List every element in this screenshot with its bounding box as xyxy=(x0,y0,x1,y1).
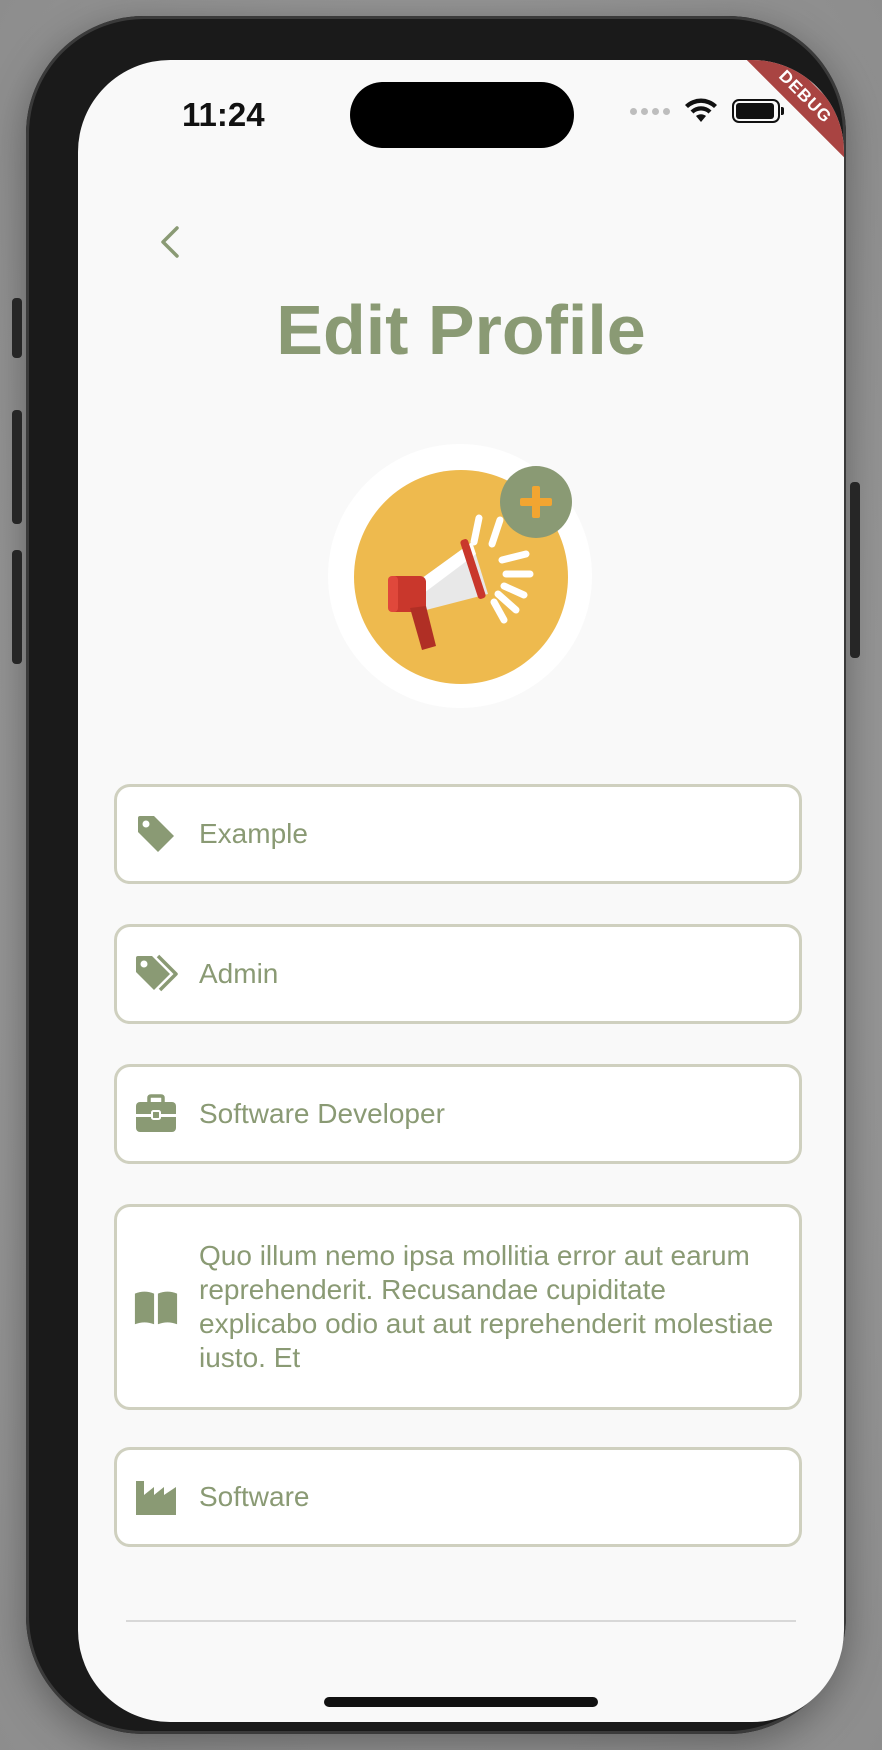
bio-field[interactable]: Quo illum nemo ipsa mollitia error aut e… xyxy=(114,1204,802,1410)
tags-icon xyxy=(133,951,179,997)
name-value: Example xyxy=(199,818,308,849)
role-field[interactable]: Admin xyxy=(114,924,802,1024)
tag-icon xyxy=(133,811,179,857)
status-icons xyxy=(630,98,784,124)
plus-icon xyxy=(520,486,552,518)
back-button[interactable] xyxy=(148,220,192,264)
role-value: Admin xyxy=(199,958,279,989)
industry-value: Software xyxy=(199,1481,310,1512)
bio-value: Quo illum nemo ipsa mollitia error aut e… xyxy=(199,1240,774,1373)
volume-up-button xyxy=(12,410,22,524)
book-icon xyxy=(133,1284,179,1330)
page-title: Edit Profile xyxy=(276,291,646,369)
volume-down-button xyxy=(12,550,22,664)
job-value: Software Developer xyxy=(199,1098,445,1129)
chevron-left-icon xyxy=(161,226,179,258)
briefcase-icon xyxy=(133,1091,179,1137)
add-photo-button[interactable] xyxy=(500,466,572,538)
job-field[interactable]: Software Developer xyxy=(114,1064,802,1164)
app-screen: 11:24 DEBUG Edit Profile Example Admin S… xyxy=(78,60,844,1722)
divider xyxy=(126,1620,796,1622)
mute-switch xyxy=(12,298,22,358)
battery-icon xyxy=(732,99,784,123)
status-time: 11:24 xyxy=(182,96,265,133)
name-field[interactable]: Example xyxy=(114,784,802,884)
dynamic-island xyxy=(350,82,574,148)
wifi-icon xyxy=(685,98,717,122)
factory-icon xyxy=(133,1474,179,1520)
home-indicator[interactable] xyxy=(324,1697,598,1707)
phone-frame: 11:24 DEBUG Edit Profile Example Admin S… xyxy=(12,16,860,1734)
cellular-signal-icon xyxy=(630,107,670,115)
industry-field[interactable]: Software xyxy=(114,1447,802,1547)
power-button xyxy=(850,482,860,658)
